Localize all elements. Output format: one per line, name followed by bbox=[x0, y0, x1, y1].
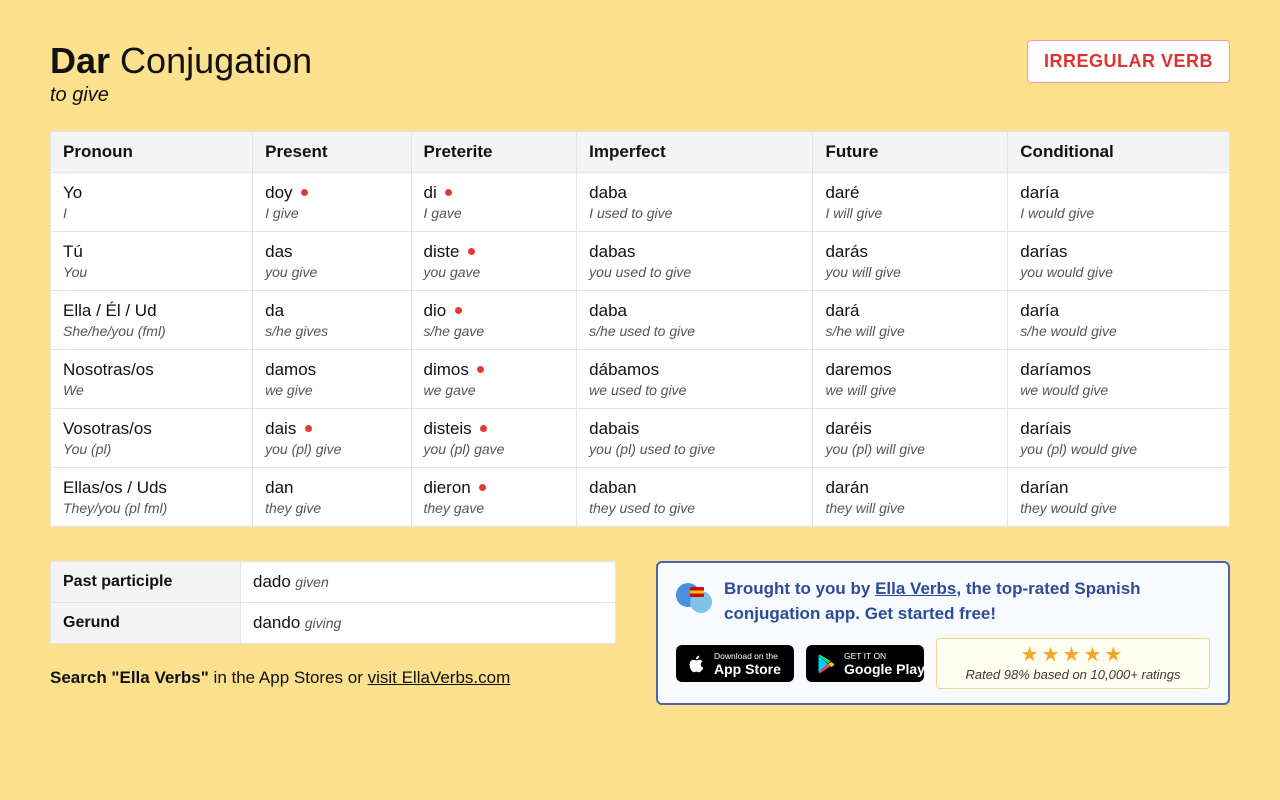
irregular-dot-icon bbox=[468, 248, 475, 255]
pronoun-cell: Nosotras/osWe bbox=[51, 350, 253, 409]
table-column-header: Present bbox=[253, 132, 411, 173]
conjugation-cell: darás/he will give bbox=[813, 291, 1008, 350]
conjugation-cell: dabaI used to give bbox=[577, 173, 813, 232]
irregular-dot-icon bbox=[480, 425, 487, 432]
gerund-label: Gerund bbox=[51, 603, 241, 644]
conjugation-cell: dábamoswe used to give bbox=[577, 350, 813, 409]
pronoun-cell: Ella / Él / UdShe/he/you (fml) bbox=[51, 291, 253, 350]
table-row: Nosotras/osWedamoswe givedimos we gavedá… bbox=[51, 350, 1230, 409]
page-title: Dar Conjugation bbox=[50, 40, 312, 82]
conjugation-cell: daríaI would give bbox=[1008, 173, 1230, 232]
search-instructions: Search "Ella Verbs" in the App Stores or… bbox=[50, 668, 616, 688]
conjugation-cell: daréI will give bbox=[813, 173, 1008, 232]
conjugation-cell: dais you (pl) give bbox=[253, 409, 411, 468]
verb-translation: to give bbox=[50, 84, 312, 107]
irregular-dot-icon bbox=[455, 307, 462, 314]
table-row: Ella / Él / UdShe/he/you (fml)das/he giv… bbox=[51, 291, 1230, 350]
table-column-header: Future bbox=[813, 132, 1008, 173]
irregular-dot-icon bbox=[445, 189, 452, 196]
irregular-dot-icon bbox=[477, 366, 484, 373]
conjugation-cell: dasyou give bbox=[253, 232, 411, 291]
pronoun-cell: Ellas/os / UdsThey/you (pl fml) bbox=[51, 468, 253, 527]
conjugation-cell: di I gave bbox=[411, 173, 577, 232]
table-column-header: Conditional bbox=[1008, 132, 1230, 173]
table-column-header: Imperfect bbox=[577, 132, 813, 173]
pronoun-cell: TúYou bbox=[51, 232, 253, 291]
rating-box: ★★★★★ Rated 98% based on 10,000+ ratings bbox=[936, 638, 1210, 689]
conjugation-cell: dio s/he gave bbox=[411, 291, 577, 350]
irregular-dot-icon bbox=[479, 484, 486, 491]
conjugation-cell: dimos we gave bbox=[411, 350, 577, 409]
conjugation-cell: diste you gave bbox=[411, 232, 577, 291]
conjugation-cell: damoswe give bbox=[253, 350, 411, 409]
conjugation-cell: doy I give bbox=[253, 173, 411, 232]
conjugation-cell: dabas/he used to give bbox=[577, 291, 813, 350]
gerund-value: dando giving bbox=[241, 603, 616, 644]
ellaverbs-logo-icon bbox=[676, 577, 712, 613]
table-row: Ellas/os / UdsThey/you (pl fml)danthey g… bbox=[51, 468, 1230, 527]
conjugation-cell: daríasyou would give bbox=[1008, 232, 1230, 291]
rating-text: Rated 98% based on 10,000+ ratings bbox=[943, 667, 1203, 682]
conjugation-cell: daremoswe will give bbox=[813, 350, 1008, 409]
table-column-header: Preterite bbox=[411, 132, 577, 173]
past-participle-label: Past participle bbox=[51, 562, 241, 603]
pronoun-cell: Vosotras/osYou (pl) bbox=[51, 409, 253, 468]
past-participle-value: dado given bbox=[241, 562, 616, 603]
conjugation-cell: dabasyou used to give bbox=[577, 232, 813, 291]
conjugation-cell: disteis you (pl) gave bbox=[411, 409, 577, 468]
conjugation-cell: dabaisyou (pl) used to give bbox=[577, 409, 813, 468]
app-store-badge[interactable]: Download on the App Store bbox=[676, 645, 794, 682]
google-play-badge[interactable]: GET IT ON Google Play bbox=[806, 645, 924, 682]
promo-box: Brought to you by Ella Verbs, the top-ra… bbox=[656, 561, 1230, 705]
conjugation-cell: daránthey will give bbox=[813, 468, 1008, 527]
google-play-icon bbox=[816, 654, 836, 674]
apple-icon bbox=[686, 654, 706, 674]
irregular-dot-icon bbox=[305, 425, 312, 432]
conjugation-cell: daréisyou (pl) will give bbox=[813, 409, 1008, 468]
irregular-dot-icon bbox=[301, 189, 308, 196]
conjugation-cell: das/he gives bbox=[253, 291, 411, 350]
conjugation-cell: daríamoswe would give bbox=[1008, 350, 1230, 409]
table-row: Vosotras/osYou (pl)dais you (pl) givedis… bbox=[51, 409, 1230, 468]
conjugation-cell: daríanthey would give bbox=[1008, 468, 1230, 527]
promo-text: Brought to you by Ella Verbs, the top-ra… bbox=[724, 577, 1210, 626]
irregular-badge: IRREGULAR VERB bbox=[1027, 40, 1230, 83]
visit-ellaverbs-link[interactable]: visit EllaVerbs.com bbox=[368, 668, 511, 687]
participle-table: Past participle dado given Gerund dando … bbox=[50, 561, 616, 644]
conjugation-table: PronounPresentPreteriteImperfectFutureCo… bbox=[50, 131, 1230, 527]
conjugation-cell: darásyou will give bbox=[813, 232, 1008, 291]
conjugation-cell: dabanthey used to give bbox=[577, 468, 813, 527]
star-icons: ★★★★★ bbox=[943, 645, 1203, 665]
table-column-header: Pronoun bbox=[51, 132, 253, 173]
conjugation-cell: darías/he would give bbox=[1008, 291, 1230, 350]
conjugation-cell: dieron they gave bbox=[411, 468, 577, 527]
ellaverbs-link[interactable]: Ella Verbs bbox=[875, 579, 956, 598]
conjugation-cell: daríaisyou (pl) would give bbox=[1008, 409, 1230, 468]
table-row: TúYoudasyou givediste you gavedabasyou u… bbox=[51, 232, 1230, 291]
conjugation-cell: danthey give bbox=[253, 468, 411, 527]
pronoun-cell: YoI bbox=[51, 173, 253, 232]
table-row: YoIdoy I givedi I gavedabaI used to give… bbox=[51, 173, 1230, 232]
